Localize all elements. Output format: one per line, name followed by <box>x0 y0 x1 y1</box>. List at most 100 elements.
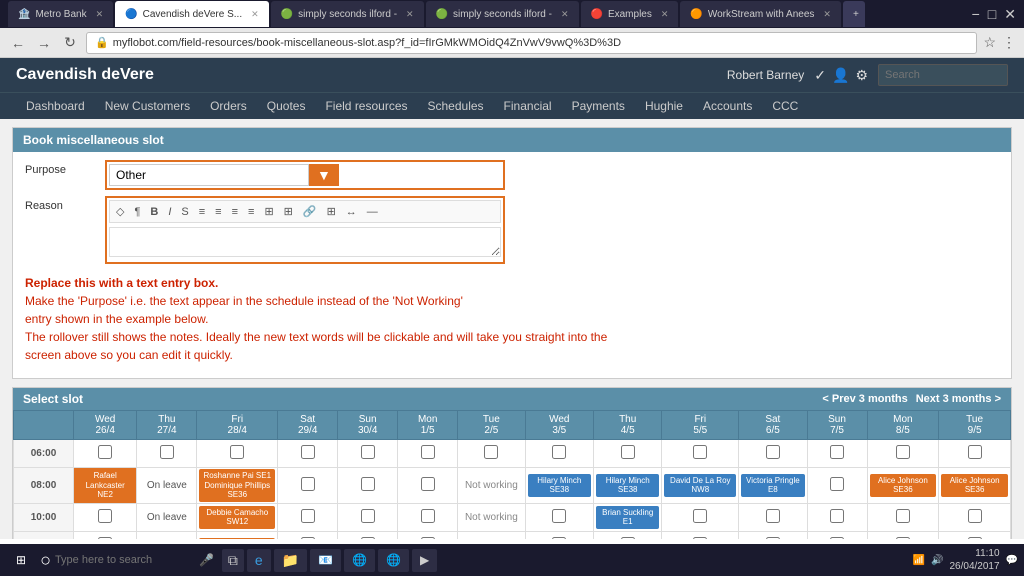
slot-checkbox[interactable] <box>421 509 435 523</box>
notification-icon[interactable]: 💬 <box>1006 555 1018 566</box>
slot-checkbox[interactable] <box>896 509 910 523</box>
slot-checkbox[interactable] <box>552 537 566 539</box>
toolbar-table2[interactable]: ⊞ <box>281 204 296 219</box>
toolbar-ul2[interactable]: ≡ <box>212 205 224 219</box>
next-months-btn[interactable]: Next 3 months > <box>916 393 1001 405</box>
cell-1200-2[interactable]: Freddie Darrell N4 <box>197 531 278 539</box>
slot-checkbox[interactable] <box>830 509 844 523</box>
toolbar-table1[interactable]: ⊞ <box>261 204 276 219</box>
slot-checkbox[interactable] <box>361 445 375 459</box>
slot-checkbox[interactable] <box>621 445 635 459</box>
slot-checkbox[interactable] <box>98 445 112 459</box>
prev-months-btn[interactable]: < Prev 3 months <box>822 393 907 405</box>
close-btn[interactable]: ✕ <box>1004 6 1016 23</box>
taskbar-edge[interactable]: e <box>247 549 271 572</box>
nav-field-resources[interactable]: Field resources <box>315 93 417 119</box>
header-search[interactable] <box>878 64 1008 86</box>
toolbar-ul4[interactable]: ≡ <box>245 205 257 219</box>
gear-icon[interactable]: ⚙ <box>855 67 868 84</box>
cell-1000-2[interactable]: Debbie Camacho SW12 <box>197 503 278 531</box>
cell-0800-13[interactable]: Alice Johnson SE36 <box>939 468 1011 504</box>
toolbar-bold[interactable]: B <box>147 205 161 219</box>
slot-checkbox[interactable] <box>766 537 780 539</box>
tab-workstream-close[interactable]: ✕ <box>823 9 831 20</box>
tab-metro-close[interactable]: ✕ <box>96 9 104 20</box>
slot-checkbox[interactable] <box>301 477 315 491</box>
purpose-dropdown-btn[interactable]: ▼ <box>309 164 339 186</box>
url-bar[interactable]: 🔒 myflobot.com/field-resources/book-misc… <box>86 32 977 54</box>
tab-simply1[interactable]: 🟢 simply seconds ilford - ✕ <box>271 1 424 27</box>
slot-checkbox[interactable] <box>693 445 707 459</box>
maximize-btn[interactable]: □ <box>988 6 996 23</box>
slot-checkbox[interactable] <box>421 477 435 491</box>
slot-checkbox[interactable] <box>484 445 498 459</box>
cell-0800-0[interactable]: RafaelLankcaster NE2 <box>74 468 137 504</box>
slot-checkbox[interactable] <box>693 537 707 539</box>
nav-dashboard[interactable]: Dashboard <box>16 93 95 119</box>
tab-examples[interactable]: 🔴 Examples ✕ <box>581 1 679 27</box>
toolbar-code[interactable]: ◇ <box>113 204 127 219</box>
toolbar-expand[interactable]: ↔ <box>343 205 360 219</box>
slot-checkbox[interactable] <box>552 509 566 523</box>
slot-checkbox[interactable] <box>968 445 982 459</box>
nav-financial[interactable]: Financial <box>494 93 562 119</box>
toolbar-strike[interactable]: S <box>178 205 191 219</box>
toolbar-hr[interactable]: — <box>364 205 381 219</box>
new-tab-btn[interactable]: + <box>843 1 865 27</box>
network-icon[interactable]: 📶 <box>913 555 925 566</box>
nav-orders[interactable]: Orders <box>200 93 257 119</box>
cell-0800-2[interactable]: Roshanne Pai SE1Dominique Phillips SE36 <box>197 468 278 504</box>
slot-checkbox[interactable] <box>160 445 174 459</box>
win-search-input[interactable] <box>55 554 195 566</box>
slot-checkbox[interactable] <box>421 537 435 539</box>
checkmark-icon[interactable]: ✓ <box>814 67 826 84</box>
toolbar-embed[interactable]: ⊞ <box>324 204 339 219</box>
taskbar-chrome2[interactable]: 🌐 <box>378 549 409 572</box>
slot-checkbox[interactable] <box>766 509 780 523</box>
slot-checkbox[interactable] <box>301 509 315 523</box>
slot-checkbox[interactable] <box>361 537 375 539</box>
cell-0800-7[interactable]: Hilary Minch SE38 <box>525 468 593 504</box>
taskbar-task-view[interactable]: ⧉ <box>222 549 244 572</box>
nav-ccc[interactable]: CCC <box>762 93 808 119</box>
taskbar-media[interactable]: ▶ <box>412 549 437 572</box>
taskbar-chrome1[interactable]: 🌐 <box>344 549 375 572</box>
nav-hughie[interactable]: Hughie <box>635 93 693 119</box>
slot-checkbox[interactable] <box>301 537 315 539</box>
slot-checkbox[interactable] <box>421 445 435 459</box>
slot-checkbox[interactable] <box>230 445 244 459</box>
reason-textarea[interactable] <box>109 227 501 257</box>
slot-checkbox[interactable] <box>621 537 635 539</box>
slot-checkbox[interactable] <box>830 477 844 491</box>
slot-checkbox[interactable] <box>896 445 910 459</box>
slot-checkbox[interactable] <box>968 537 982 539</box>
bookmark-icon[interactable]: ☆ <box>983 34 996 51</box>
slot-checkbox[interactable] <box>98 537 112 539</box>
nav-schedules[interactable]: Schedules <box>418 93 494 119</box>
tab-cavendish-close[interactable]: ✕ <box>251 9 259 20</box>
cell-0800-10[interactable]: Victoria Pringle E8 <box>739 468 807 504</box>
taskbar-outlook[interactable]: 📧 <box>310 549 341 572</box>
cell-0800-9[interactable]: David De La Roy NW8 <box>662 468 739 504</box>
tab-metro[interactable]: 🏦 Metro Bank ✕ <box>8 1 113 27</box>
user-icon[interactable]: 👤 <box>832 67 849 84</box>
refresh-button[interactable]: ↻ <box>60 33 80 53</box>
tab-simply1-close[interactable]: ✕ <box>406 9 414 20</box>
tab-workstream[interactable]: 🟠 WorkStream with Anees ✕ <box>680 1 841 27</box>
cell-1000-8[interactable]: Brian Suckling E1 <box>593 503 661 531</box>
slot-checkbox[interactable] <box>766 445 780 459</box>
nav-quotes[interactable]: Quotes <box>257 93 316 119</box>
cell-0800-12[interactable]: Alice Johnson SE36 <box>867 468 939 504</box>
slot-checkbox[interactable] <box>968 509 982 523</box>
slot-checkbox[interactable] <box>830 445 844 459</box>
forward-button[interactable]: → <box>34 33 54 53</box>
slot-checkbox[interactable] <box>552 445 566 459</box>
back-button[interactable]: ← <box>8 33 28 53</box>
slot-checkbox[interactable] <box>98 509 112 523</box>
cell-0800-8[interactable]: Hilary Minch SE38 <box>593 468 661 504</box>
tab-simply2[interactable]: 🟢 simply seconds ilford - ✕ <box>426 1 579 27</box>
minimize-btn[interactable]: − <box>972 6 980 23</box>
tab-cavendish[interactable]: 🔵 Cavendish deVere S... ✕ <box>115 1 269 27</box>
nav-accounts[interactable]: Accounts <box>693 93 762 119</box>
toolbar-ul1[interactable]: ≡ <box>196 205 208 219</box>
